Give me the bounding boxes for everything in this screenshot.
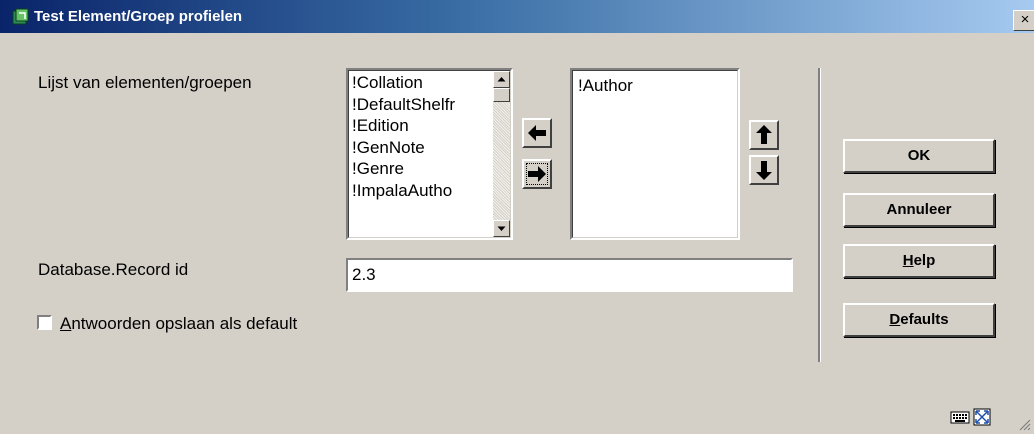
move-left-button[interactable] xyxy=(522,118,552,148)
arrow-left-icon xyxy=(528,125,546,141)
title-bar[interactable]: Test Element/Groep profielen × xyxy=(0,0,1034,33)
selected-list-frame: !Author xyxy=(572,70,738,238)
move-right-button[interactable] xyxy=(522,159,552,189)
arrow-right-icon xyxy=(528,166,546,182)
selected-list[interactable]: !Author xyxy=(570,68,740,240)
triangle-down-icon xyxy=(497,226,506,231)
save-default-accel: A xyxy=(60,314,72,333)
resize-icon[interactable] xyxy=(1016,416,1032,432)
triangle-up-icon xyxy=(497,77,506,82)
help-button[interactable]: Help xyxy=(843,244,995,278)
arrow-up-icon xyxy=(756,125,772,144)
window-title: Test Element/Groep profielen xyxy=(34,8,243,25)
list-item[interactable]: !ImpalaAutho xyxy=(349,180,493,202)
save-default-label[interactable]: Antwoorden opslaan als default xyxy=(60,314,297,334)
arrow-down-icon xyxy=(756,161,772,180)
help-label: elp xyxy=(913,252,936,269)
available-list-frame: !Collation !DefaultShelfr !Edition !GenN… xyxy=(348,70,511,238)
save-default-checkbox[interactable] xyxy=(37,315,52,330)
scroll-down-button[interactable] xyxy=(493,220,510,237)
close-icon: × xyxy=(1020,11,1030,28)
list-label: Lijst van elementen/groepen xyxy=(38,73,252,92)
list-item[interactable]: !Edition xyxy=(349,115,493,137)
help-accel: H xyxy=(902,252,914,269)
ok-label: OK xyxy=(907,147,931,164)
defaults-button[interactable]: Defaults xyxy=(843,303,995,337)
vertical-scrollbar[interactable] xyxy=(493,71,510,237)
ok-button[interactable]: OK xyxy=(843,139,995,173)
close-button[interactable]: × xyxy=(1013,10,1034,31)
move-up-button[interactable] xyxy=(749,120,779,150)
list-item[interactable]: !Genre xyxy=(349,158,493,180)
expand-icon[interactable] xyxy=(973,408,991,426)
scroll-thumb[interactable] xyxy=(493,88,510,102)
available-list[interactable]: !Collation !DefaultShelfr !Edition !GenN… xyxy=(346,68,513,240)
cancel-label: Annuleer xyxy=(886,201,952,218)
list-item[interactable]: !Collation xyxy=(349,72,493,94)
save-default-text: ntwoorden opslaan als default xyxy=(71,314,298,333)
scroll-up-button[interactable] xyxy=(493,71,510,88)
available-items: !Collation !DefaultShelfr !Edition !GenN… xyxy=(349,72,493,201)
selected-items: !Author xyxy=(575,75,737,97)
list-item[interactable]: !Author xyxy=(575,75,737,97)
record-id-label: Database.Record id xyxy=(38,260,189,279)
cancel-button[interactable]: Annuleer xyxy=(843,193,995,227)
app-icon xyxy=(12,8,29,25)
keyboard-icon[interactable] xyxy=(950,409,970,425)
vertical-separator xyxy=(818,68,821,362)
defaults-label: efaults xyxy=(900,311,949,328)
defaults-accel: D xyxy=(889,311,901,328)
move-down-button[interactable] xyxy=(749,155,779,185)
list-item[interactable]: !GenNote xyxy=(349,137,493,159)
list-item[interactable]: !DefaultShelfr xyxy=(349,94,493,116)
record-id-input[interactable] xyxy=(346,258,793,292)
